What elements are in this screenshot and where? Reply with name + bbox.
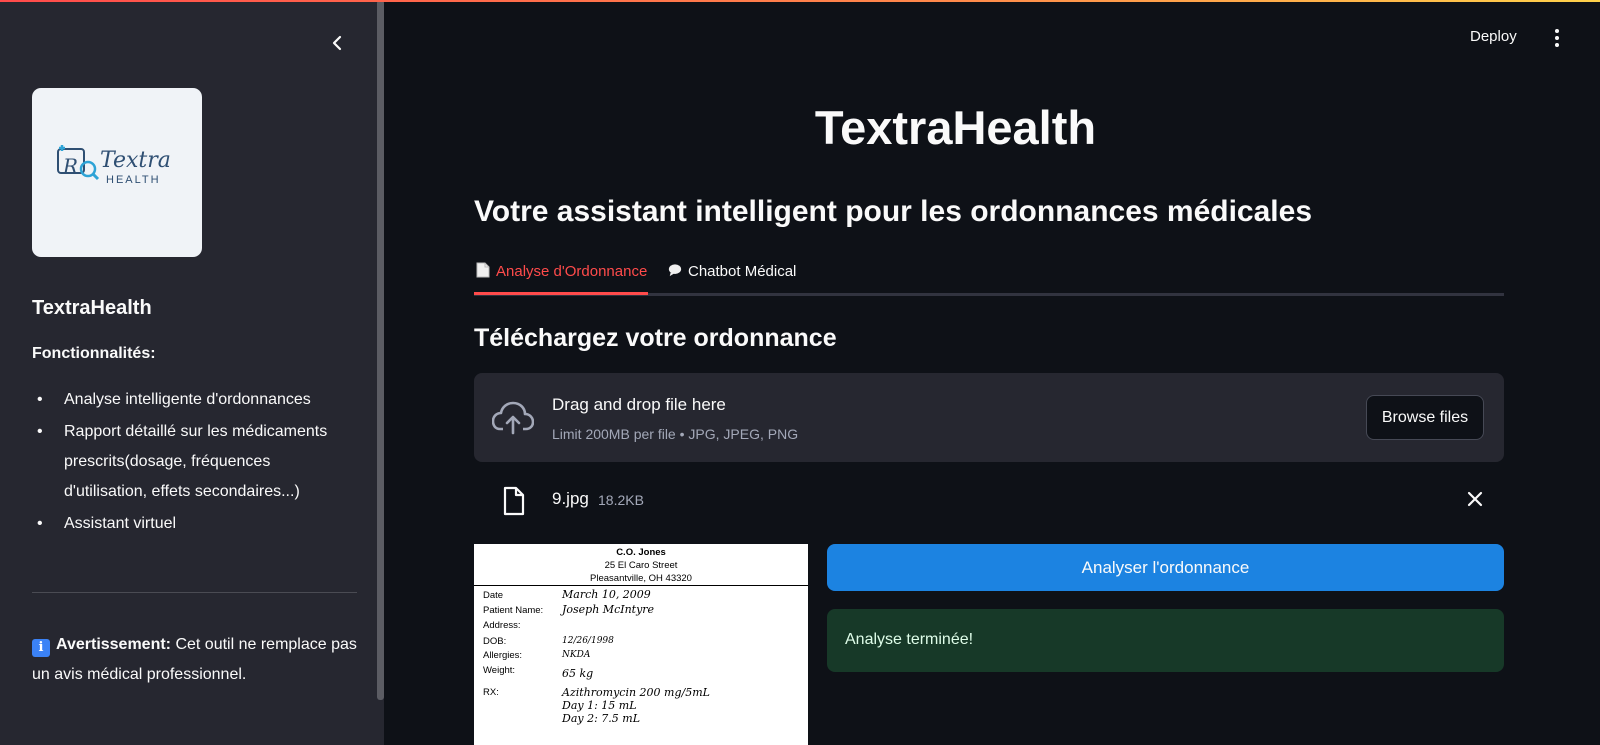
- kebab-dot-icon: [1555, 29, 1559, 33]
- info-icon: i: [32, 639, 50, 657]
- success-alert: Analyse terminée!: [827, 609, 1504, 672]
- doctor-street: 25 El Caro Street: [604, 560, 678, 571]
- rx-dose-day2: Day 2: 7.5 mL: [562, 712, 641, 725]
- page-subtitle: Votre assistant intelligent pour les ord…: [474, 195, 1313, 228]
- feature-item: Rapport détaillé sur les médicaments pre…: [32, 417, 352, 507]
- kebab-dot-icon: [1555, 43, 1559, 47]
- main-content: Votre assistant intelligent pour les ord…: [474, 0, 1504, 745]
- rx-weight-value: 65 kg: [562, 667, 594, 680]
- dropzone-instructions: Drag and drop file here: [552, 395, 726, 414]
- features-heading: Fonctionnalités:: [32, 345, 156, 362]
- rx-dose-day1: Day 1: 15 mL: [562, 699, 637, 712]
- success-message: Analyse terminée!: [845, 631, 974, 648]
- rx-weight-label: Weight:: [483, 665, 516, 676]
- rx-dob-label: DOB:: [483, 636, 507, 647]
- rx-dob-value: 12/26/1998: [562, 636, 614, 646]
- file-size: 18.2KB: [598, 492, 644, 508]
- disclaimer: i Avertissement: Cet outil ne remplace pa…: [32, 630, 362, 690]
- uploaded-file-row: 9.jpg 18.2KB: [474, 480, 1504, 520]
- rx-allergies-label: Allergies:: [483, 650, 523, 661]
- rx-date-label: Date: [483, 590, 504, 601]
- rx-patient-value: Joseph McIntyre: [562, 603, 655, 616]
- feature-item: Analyse intelligente d'ordonnances: [32, 385, 352, 415]
- rx-date-value: March 10, 2009: [562, 588, 651, 601]
- rx-patient-label: Patient Name:: [483, 605, 544, 616]
- disclaimer-label: Avertissement:: [56, 636, 172, 653]
- file-icon: [503, 486, 525, 516]
- dropzone-limit-hint: Limit 200MB per file • JPG, JPEG, PNG: [552, 426, 799, 442]
- tab-analyse-ordonnance[interactable]: Analyse d'Ordonnance: [476, 262, 647, 280]
- sidebar-divider: [32, 592, 357, 593]
- file-dropzone[interactable]: Drag and drop file here Limit 200MB per …: [474, 373, 1504, 462]
- svg-text:HEALTH: HEALTH: [106, 174, 161, 186]
- letterhead-divider: [474, 585, 808, 586]
- file-name: 9.jpg: [552, 489, 589, 508]
- rx-allergies-value: NKDA: [562, 650, 591, 660]
- feature-item: Assistant virtuel: [32, 509, 352, 539]
- doctor-name: C.O. Jones: [616, 547, 666, 558]
- top-decoration-bar: [0, 0, 1600, 2]
- upload-heading: Téléchargez votre ordonnance: [474, 324, 837, 352]
- tab-label: Chatbot Médical: [688, 263, 797, 280]
- tab-chatbot-medical[interactable]: Chatbot Médical: [668, 262, 796, 280]
- collapse-sidebar-button[interactable]: [324, 30, 350, 56]
- prescription-image: C.O. Jones 25 El Caro Street Pleasantvil…: [474, 544, 808, 745]
- browse-files-button[interactable]: Browse files: [1366, 395, 1484, 440]
- doctor-city: Pleasantville, OH 43320: [590, 573, 692, 584]
- svg-text:R: R: [62, 154, 78, 178]
- kebab-dot-icon: [1555, 36, 1559, 40]
- rx-address-label: Address:: [483, 620, 521, 631]
- sidebar-title: TextraHealth: [32, 297, 152, 319]
- rx-medication: Azithromycin 200 mg/5mL: [562, 686, 710, 699]
- features-list: Analyse intelligente d'ordonnances Rappo…: [32, 385, 352, 541]
- document-icon: [476, 262, 490, 278]
- analyze-prescription-button[interactable]: Analyser l'ordonnance: [827, 544, 1504, 591]
- chevron-left-icon: [332, 35, 342, 51]
- close-icon[interactable]: [1464, 488, 1486, 510]
- main-menu-button[interactable]: [1550, 26, 1564, 50]
- cloud-upload-icon: [492, 401, 534, 435]
- rx-label: RX:: [483, 687, 499, 698]
- tab-label: Analyse d'Ordonnance: [496, 263, 648, 280]
- prescription-letterhead: C.O. Jones 25 El Caro Street Pleasantvil…: [474, 546, 808, 585]
- speech-bubble-icon: [668, 264, 682, 277]
- tab-bar: Analyse d'Ordonnance Chatbot Médical: [474, 258, 1504, 296]
- active-tab-indicator: [474, 292, 648, 295]
